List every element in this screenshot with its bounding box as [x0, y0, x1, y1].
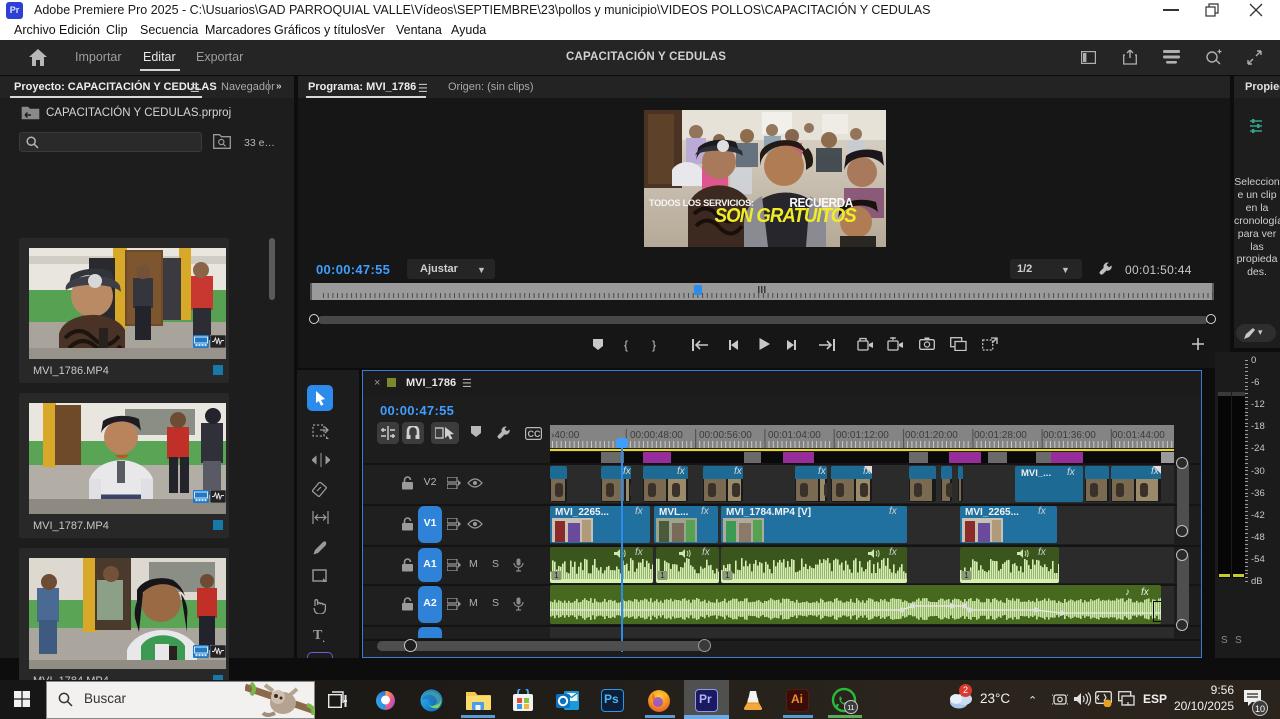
svg-text:CC: CC — [528, 429, 541, 439]
svg-text:11: 11 — [847, 705, 854, 712]
svg-text:00:00:48:00: 00:00:48:00 — [630, 430, 683, 441]
svg-text:00:01:44:00: 00:01:44:00 — [1112, 430, 1165, 441]
svg-text:T: T — [313, 628, 323, 642]
svg-text:00:00:56:00: 00:00:56:00 — [699, 430, 752, 441]
svg-text:00:01:20:00: 00:01:20:00 — [905, 430, 958, 441]
svg-text:SON GRATUITOS: SON GRATUITOS — [715, 205, 857, 227]
svg-text:00:01:12:00: 00:01:12:00 — [836, 430, 889, 441]
svg-text:00:01:04:00: 00:01:04:00 — [768, 430, 821, 441]
svg-text:00:01:28:00: 00:01:28:00 — [974, 430, 1027, 441]
svg-text:00:01:36:00: 00:01:36:00 — [1043, 430, 1096, 441]
svg-text:›40:00: ›40:00 — [551, 430, 580, 441]
